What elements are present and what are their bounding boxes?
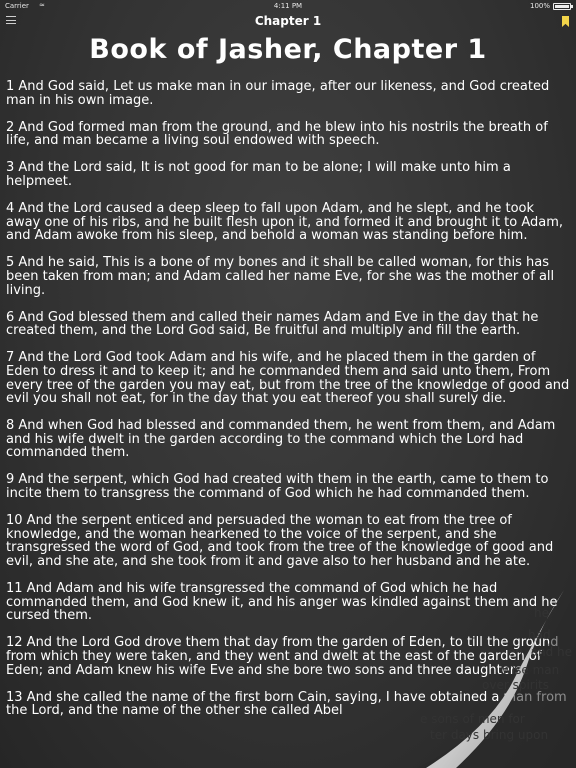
- verse: 9 And the serpent, which God had created…: [6, 472, 549, 502]
- chapter-title: Chapter 1: [254, 14, 322, 28]
- battery-icon: [553, 2, 573, 10]
- verse: 7 And the Lord God took Adam and his wif…: [6, 350, 570, 407]
- status-bar: Carrier ≈ 4:11 PM 100%: [0, 0, 576, 12]
- verse: 1 And God said, Let us make man in our i…: [6, 79, 550, 108]
- battery-percent: 100%: [529, 2, 550, 10]
- verse: 12 And the Lord God drove them that day …: [6, 635, 559, 678]
- verse: 8 And when God had blessed and commanded…: [6, 418, 556, 461]
- verse: 3 And the Lord said, It is not good for …: [6, 160, 511, 189]
- nav-bar: Chapter 1: [0, 12, 576, 32]
- page-title: Book of Jasher, Chapter 1: [89, 34, 487, 65]
- verse: 13 And she called the name of the first …: [6, 689, 567, 719]
- verse: 2 And God formed man from the ground, an…: [6, 119, 548, 149]
- verse: 11 And Adam and his wife transgressed th…: [6, 581, 558, 624]
- chapter-text: 1 And God said, Let us make man in our i…: [6, 80, 572, 731]
- verse: 5 And he said, This is a bone of my bone…: [6, 255, 555, 298]
- verse: 6 And God blessed them and called their …: [6, 309, 539, 339]
- status-time: 4:11 PM: [273, 2, 303, 10]
- verse: 10 And the serpent enticed and persuaded…: [6, 513, 554, 569]
- battery-group: 100%: [529, 2, 573, 10]
- verse: 4 And the Lord caused a deep sleep to fa…: [6, 201, 564, 244]
